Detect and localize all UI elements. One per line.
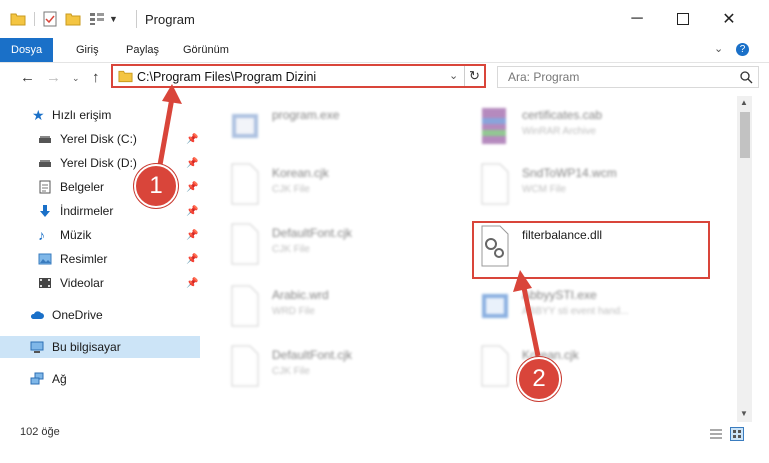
step-2-badge: 2: [517, 357, 561, 401]
details-view-icon[interactable]: [709, 428, 723, 440]
item-count: 102 öğe: [20, 426, 60, 438]
annotation-arrows: [155, 84, 541, 357]
large-icons-view-icon[interactable]: [730, 427, 744, 441]
arrow-2-head-icon: [513, 270, 532, 292]
step-1-badge: 1: [134, 164, 178, 208]
arrow-2-icon: [520, 282, 541, 357]
arrow-1-head-icon: [162, 84, 182, 104]
status-bar: 102 öğe: [0, 422, 769, 463]
